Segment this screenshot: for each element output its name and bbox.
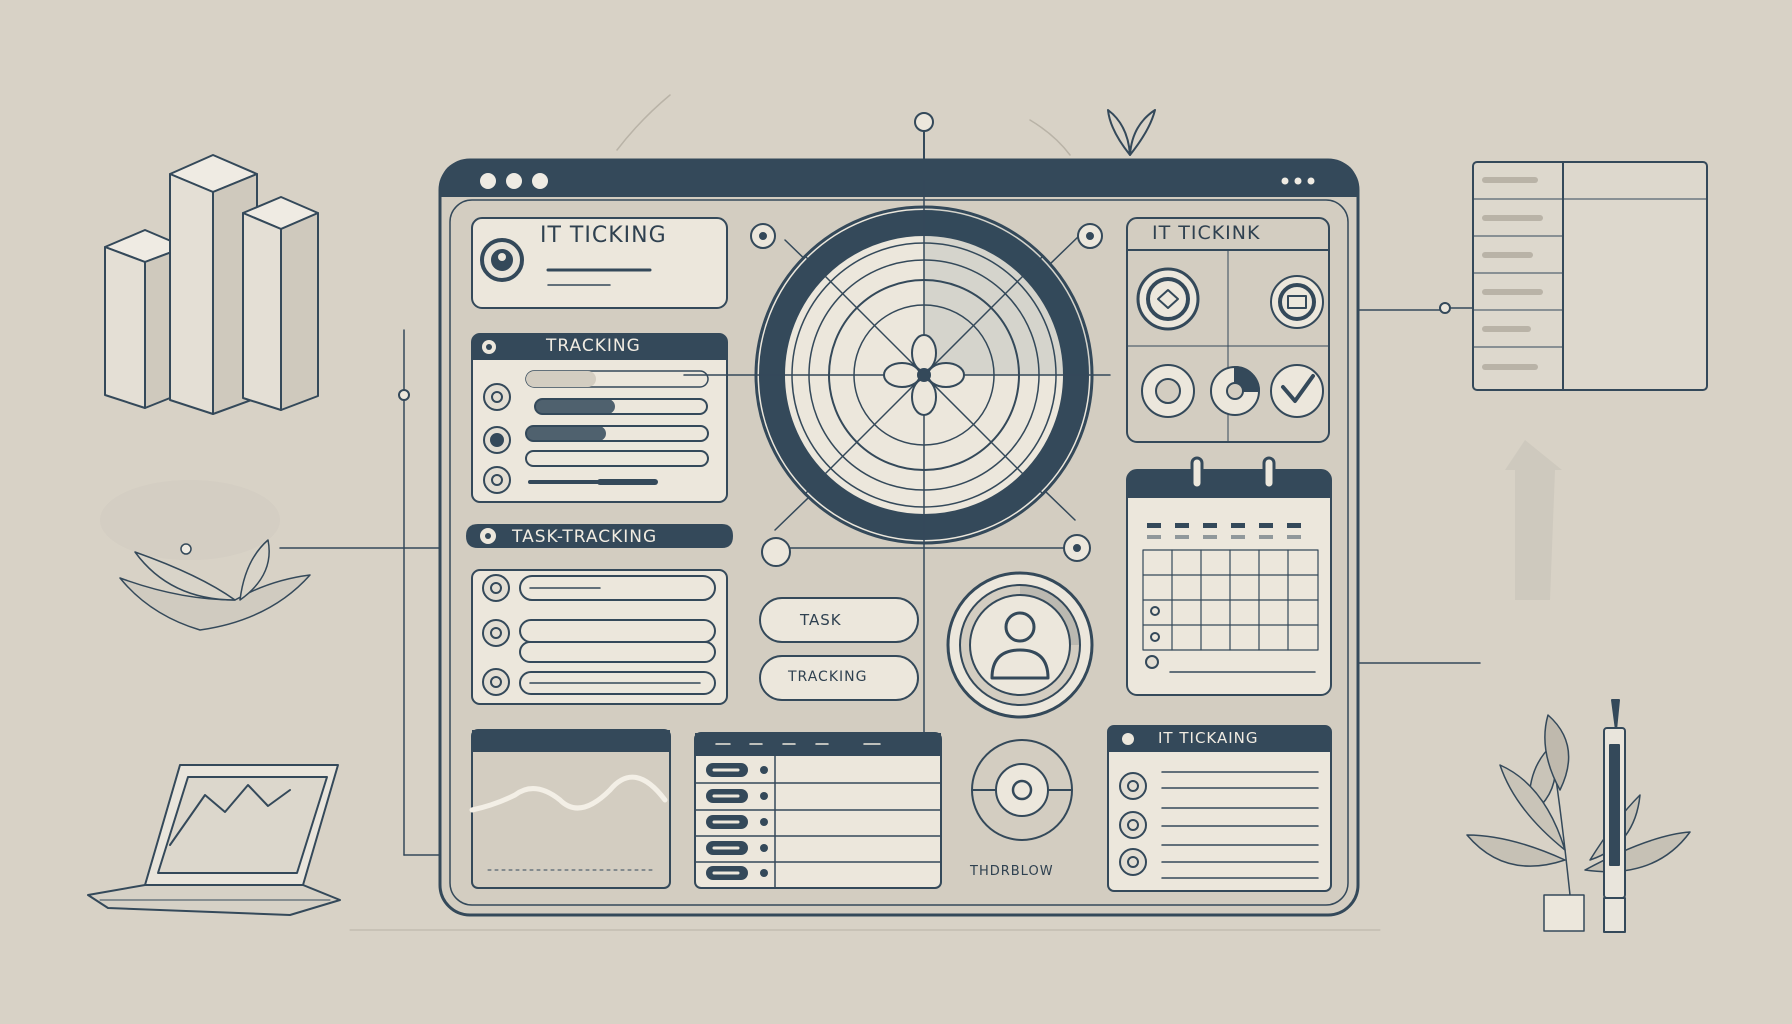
plant-icon (1466, 714, 1691, 932)
it-ticking-title: IT TICKING (540, 223, 667, 248)
task-button-label: TASK (800, 611, 842, 629)
arrow-icon (1505, 440, 1562, 600)
pen-icon (1603, 699, 1626, 933)
task-tracking-panel[interactable] (471, 569, 728, 705)
it-tickink-title: IT TICKINK (1152, 222, 1261, 244)
calendar-icon[interactable] (1126, 456, 1332, 696)
list-card-icon (1472, 161, 1708, 391)
title-bar (440, 160, 1358, 197)
workflow-node[interactable] (971, 739, 1073, 841)
it-tickaing-panel[interactable] (1107, 725, 1332, 892)
task-table[interactable] (694, 732, 942, 889)
it-tickaing-title: IT TICKAING (1158, 729, 1259, 747)
checkmark-icon (1270, 364, 1324, 418)
leaf-icon (1107, 109, 1156, 156)
task-tracking-title: TASK-TRACKING (512, 527, 658, 547)
bar-chart-icon (104, 154, 319, 415)
tracking-button-label: TRACKING (788, 669, 868, 685)
avatar[interactable] (946, 571, 1094, 719)
tracking-title: TRACKING (546, 336, 641, 356)
lotus-icon (100, 480, 311, 631)
laptop-icon (87, 764, 341, 916)
trend-chart[interactable] (469, 729, 671, 889)
illustration-canvas: IT TICKING TRACKING TASK-TRACKING IT TIC… (0, 0, 1792, 1024)
workflow-label: THDRBLOW (970, 864, 1054, 879)
